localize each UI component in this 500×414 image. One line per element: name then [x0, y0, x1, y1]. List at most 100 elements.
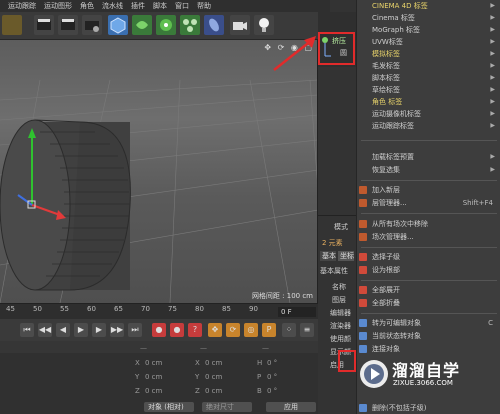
- submenu-arrow-icon: ▶: [490, 122, 495, 129]
- coordinate-mode-select[interactable]: 对象 (相对): [144, 402, 194, 412]
- deformer-icon[interactable]: [204, 15, 224, 35]
- go-to-start-icon[interactable]: ⏮: [20, 323, 34, 337]
- attribute-manager: 模式 2 元素 基本 坐标 基本属性 名称 图层 编辑器 渲染器 使用颜 显示颜…: [318, 215, 356, 414]
- highlight-box: [318, 32, 355, 65]
- menu-item-sketch-tags[interactable]: 草绘标签 ▶: [357, 84, 500, 96]
- cube-icon[interactable]: [108, 15, 128, 35]
- menu-item-load-tag-preset[interactable]: 加载标签预置 ▶: [357, 151, 500, 163]
- menu-item-uvw-tags[interactable]: UVW标签 ▶: [357, 36, 500, 48]
- rotation-b-field[interactable]: 0 °: [267, 387, 277, 395]
- 3d-viewport[interactable]: ✥ ⟳ ◉ ▢ 网格间距 : 100 cm: [0, 40, 318, 303]
- position-x-field[interactable]: 0 cm: [145, 359, 162, 367]
- state-to-object-icon: [359, 332, 367, 340]
- axis-label: Z: [135, 387, 140, 395]
- timeline-ruler[interactable]: 45 50 55 60 65 70 75 80 85 90 0 F: [0, 303, 318, 319]
- editor-visible-label: 编辑器: [330, 309, 351, 317]
- render-settings-icon[interactable]: [82, 15, 102, 35]
- menu-item-remove-from-takes[interactable]: 从所有场次中移除: [357, 218, 500, 230]
- expand-icon: [359, 286, 367, 294]
- axis-label: Y: [195, 373, 200, 381]
- layer-manager-icon: [359, 199, 367, 207]
- transport-controls: ⏮ ◀◀ ◀ ▶ ▶ ▶▶ ⏭ ● ● ? ✥ ⟳ ◎ P ⁘ ≡: [0, 319, 318, 341]
- mode-label[interactable]: 模式: [334, 222, 348, 232]
- layer-icon: [359, 186, 367, 194]
- move-key-icon[interactable]: ✥: [208, 323, 222, 337]
- point-level-icon[interactable]: ⁘: [282, 323, 296, 337]
- menu-item-select-children[interactable]: 选择子级: [357, 251, 500, 263]
- current-frame-field[interactable]: 0 F: [278, 307, 316, 317]
- coordinates-footer: 对象 (相对) 绝对尺寸 应用: [140, 402, 320, 413]
- prev-frame-icon[interactable]: ◀: [56, 323, 70, 337]
- tab-basic[interactable]: 基本: [320, 251, 336, 261]
- size-mode-select[interactable]: 绝对尺寸: [202, 402, 252, 412]
- menu-item-collapse-all[interactable]: 全部折叠: [357, 297, 500, 309]
- viewport-scene: [0, 79, 317, 303]
- scale-tool-icon[interactable]: [2, 15, 22, 35]
- menu-item-script-tags[interactable]: 脚本标签 ▶: [357, 72, 500, 84]
- submenu-arrow-icon: ▶: [490, 74, 495, 81]
- menu-item-motion-tracking-tags[interactable]: 运动跟踪标签 ▶: [357, 120, 500, 132]
- rotation-p-field[interactable]: 0 °: [267, 373, 277, 381]
- menu-item-take-manager[interactable]: 场次管理器...: [357, 231, 500, 243]
- tab-coord[interactable]: 坐标: [338, 251, 354, 261]
- go-to-end-icon[interactable]: ⏭: [128, 323, 142, 337]
- menu-item-character-tags[interactable]: 角色 标签 ▶: [357, 96, 500, 108]
- subdivision-icon[interactable]: [156, 15, 176, 35]
- menu-item-set-as-root[interactable]: 设为根部: [357, 264, 500, 276]
- menu-item-make-editable[interactable]: 转为可编辑对象 C: [357, 317, 500, 329]
- menu-item-cinema-tags[interactable]: Cinema 标签 ▶: [357, 12, 500, 24]
- apply-button[interactable]: 应用: [266, 402, 316, 412]
- menu-item-motion-tracking[interactable]: 运动跟踪: [8, 1, 36, 11]
- menu-item-mograph-tags[interactable]: MoGraph 标签 ▶: [357, 24, 500, 36]
- next-key-icon[interactable]: ▶▶: [110, 323, 124, 337]
- record-icon[interactable]: ●: [152, 323, 166, 337]
- render-view-icon[interactable]: [34, 15, 54, 35]
- generator-icon[interactable]: [132, 15, 152, 35]
- timeline-tick: 80: [195, 305, 204, 313]
- menu-item-delete-without-children[interactable]: 删除(不包括子级): [357, 402, 500, 414]
- menu-item-add-new-layer[interactable]: 加入新层: [357, 184, 500, 196]
- next-frame-icon[interactable]: ▶: [92, 323, 106, 337]
- menu-item-simulation-tags[interactable]: 模拟标签 ▶: [357, 48, 500, 60]
- menu-item-plugins[interactable]: 插件: [131, 1, 145, 11]
- watermark-logo-icon: [360, 360, 388, 388]
- size-z-field[interactable]: 0 cm: [205, 387, 222, 395]
- prev-key-icon[interactable]: ◀◀: [38, 323, 52, 337]
- array-icon[interactable]: [180, 15, 200, 35]
- menu-item-cinema4d-tags[interactable]: CINEMA 4D 标签 ▶: [357, 0, 500, 12]
- camera-icon[interactable]: [230, 15, 250, 35]
- menu-item-current-state-to-object[interactable]: 当前状态转对象: [357, 330, 500, 342]
- watermark: 溜溜自学 ZIXUE.3066.COM: [356, 352, 474, 402]
- size-x-field[interactable]: 0 cm: [205, 359, 222, 367]
- timeline-menu-icon[interactable]: ≡: [300, 323, 314, 337]
- menu-separator: [361, 180, 497, 181]
- menu-item-motion-camera-tags[interactable]: 运动摄像机标签 ▶: [357, 108, 500, 120]
- submenu-arrow-icon: ▶: [490, 26, 495, 33]
- menu-separator: [361, 213, 497, 214]
- timeline-tick: 45: [6, 305, 15, 313]
- menu-item-help[interactable]: 帮助: [197, 1, 211, 11]
- autokey-icon[interactable]: ●: [170, 323, 184, 337]
- render-to-picture-viewer-icon[interactable]: [58, 15, 78, 35]
- menu-item-pipeline[interactable]: 流水线: [102, 1, 123, 11]
- play-button[interactable]: ▶: [74, 323, 88, 337]
- rotation-h-field[interactable]: 0 °: [267, 359, 277, 367]
- menu-item-character[interactable]: 角色: [80, 1, 94, 11]
- position-y-field[interactable]: 0 cm: [145, 373, 162, 381]
- use-color-label: 使用颜: [330, 335, 351, 343]
- menu-item-window[interactable]: 窗口: [175, 1, 189, 11]
- rotate-key-icon[interactable]: ⟳: [226, 323, 240, 337]
- menu-item-layer-manager[interactable]: 层管理器... Shift+F4: [357, 197, 500, 209]
- size-y-field[interactable]: 0 cm: [205, 373, 222, 381]
- position-z-field[interactable]: 0 cm: [145, 387, 162, 395]
- coordinates-header: — — —: [0, 341, 318, 353]
- scale-key-icon[interactable]: ◎: [244, 323, 258, 337]
- keyframe-selection-icon[interactable]: ?: [188, 323, 202, 337]
- grid-spacing-readout: 网格间距 : 100 cm: [251, 292, 313, 300]
- param-key-icon[interactable]: P: [262, 323, 276, 337]
- menu-item-mograph[interactable]: 运动图形: [44, 1, 72, 11]
- menu-item-hair-tags[interactable]: 毛发标签 ▶: [357, 60, 500, 72]
- menu-item-restore-selection[interactable]: 恢复选集 ▶: [357, 164, 500, 176]
- menu-item-expand-all[interactable]: 全部展开: [357, 284, 500, 296]
- menu-item-script[interactable]: 脚本: [153, 1, 167, 11]
